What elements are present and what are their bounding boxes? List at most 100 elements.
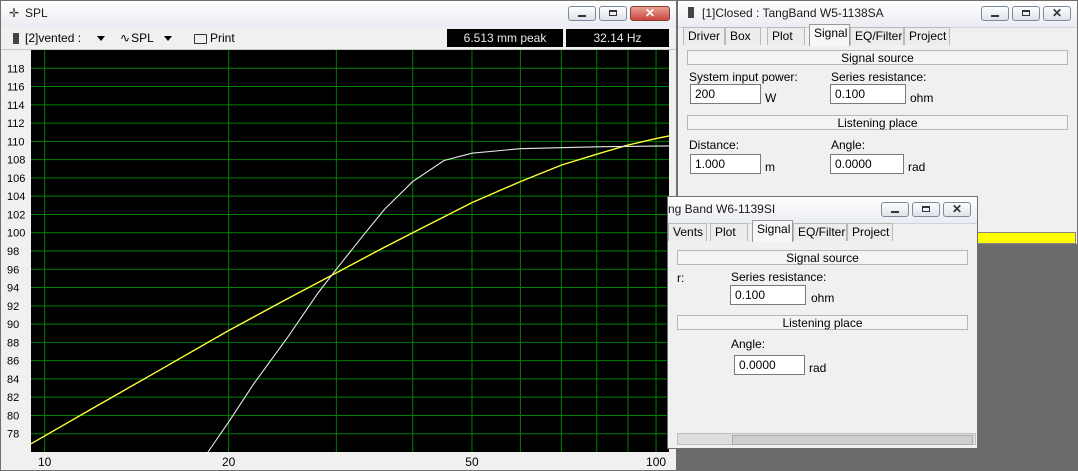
resistance-unit: ohm — [811, 291, 835, 305]
tab-eq-filter[interactable]: EQ/Filter — [850, 27, 904, 45]
minimize-button[interactable] — [568, 6, 596, 21]
maximize-icon — [922, 206, 930, 212]
system-input-power-label: System input power: — [689, 70, 798, 84]
chevron-down-icon — [97, 36, 106, 42]
y-tick-label: 82 — [7, 392, 19, 404]
y-tick-label: 92 — [7, 301, 19, 313]
minimize-button[interactable] — [981, 6, 1009, 21]
resistance-unit: ohm — [910, 91, 934, 105]
y-tick-label: 84 — [7, 374, 19, 386]
minimize-icon — [891, 211, 899, 213]
maximize-button[interactable] — [599, 6, 627, 21]
close-icon: ✕ — [1051, 6, 1063, 20]
spl-window: ✛ SPL ✕ [2]vented : ∿SPL Print 6.513 mm … — [0, 0, 677, 471]
project-selector[interactable]: [2]vented : — [13, 30, 106, 46]
y-tick-label: 108 — [7, 155, 25, 167]
chevron-down-icon — [163, 36, 172, 42]
tab-eq-filter[interactable]: EQ/Filter — [793, 223, 847, 241]
closed-dialog-title: [1]Closed : TangBand W5-1138SA — [702, 6, 884, 20]
maximize-icon — [609, 10, 617, 16]
angle-field[interactable]: 0.0000 — [734, 355, 805, 375]
tab-vents[interactable]: Vents — [668, 223, 707, 241]
angle-unit: rad — [809, 361, 827, 375]
distance-label: Distance: — [689, 138, 740, 152]
tab-plot[interactable]: Plot — [767, 27, 805, 45]
y-tick-label: 116 — [7, 82, 25, 94]
tab-driver[interactable]: Driver — [683, 27, 725, 45]
maximize-icon — [1022, 10, 1030, 16]
excursion-readout: 6.513 mm peak — [447, 29, 563, 47]
minimize-button[interactable] — [881, 202, 909, 217]
y-tick-label: 86 — [7, 356, 19, 368]
minimize-icon — [578, 15, 586, 17]
y-tick-label: 78 — [7, 429, 19, 441]
signal-source-header: Signal source — [677, 250, 968, 265]
plot-selector-label: SPL — [131, 31, 154, 45]
project-selector-label: [2]vented : — [25, 31, 82, 45]
angle-label: Angle: — [831, 138, 866, 152]
vented-dialog-title: ng Band W6-1139SI — [668, 202, 776, 216]
listening-place-header: Listening place — [687, 115, 1068, 130]
speaker-icon — [685, 7, 697, 20]
spl-chart[interactable]: 78 80 82 84 86 88 90 92 94 96 98 100 102 104 106 108 110… — [1, 50, 677, 471]
scrollbar-thumb[interactable] — [732, 435, 973, 445]
angle-label: Angle: — [731, 337, 766, 351]
y-tick-label: 110 — [7, 136, 25, 148]
crosshair-icon: ✛ — [8, 6, 20, 20]
frequency-readout: 32.14 Hz — [566, 29, 669, 47]
signal-source-header: Signal source — [687, 50, 1068, 65]
tab-project[interactable]: Project — [904, 27, 950, 45]
angle-unit: rad — [908, 160, 926, 174]
angle-field[interactable]: 0.0000 — [830, 154, 904, 174]
close-button[interactable]: ✕ — [630, 6, 670, 21]
cut-off-label: r: — [677, 271, 685, 285]
tab-signal[interactable]: Signal — [752, 220, 793, 242]
y-tick-label: 80 — [7, 410, 19, 422]
series-resistance-field[interactable]: 0.100 — [830, 84, 906, 104]
spl-titlebar[interactable]: ✛ SPL ✕ — [1, 1, 676, 28]
series-resistance-label: Series resistance: — [731, 270, 827, 284]
close-icon: ✕ — [951, 202, 963, 216]
spl-toolbar: [2]vented : ∿SPL Print 6.513 mm peak 32.… — [1, 27, 676, 50]
speaker-icon — [13, 33, 19, 45]
x-tick-label: 20 — [222, 455, 236, 469]
y-tick-label: 96 — [7, 264, 19, 276]
tab-box[interactable]: Box — [725, 27, 761, 45]
y-tick-label: 106 — [7, 173, 25, 185]
wave-icon: ∿ — [120, 31, 131, 45]
y-tick-label: 100 — [7, 228, 25, 240]
closed-dialog-tabs: Driver Box Plot Signal EQ/Filter Project — [678, 24, 1077, 46]
plot-selector[interactable]: ∿SPL — [120, 30, 172, 46]
listening-place-header: Listening place — [677, 315, 968, 330]
y-tick-label: 90 — [7, 319, 19, 331]
vented-box-dialog: ng Band W6-1139SI ✕ Vents Plot Signal EQ… — [667, 196, 978, 449]
vented-dialog-titlebar[interactable]: ng Band W6-1139SI ✕ — [668, 197, 977, 224]
close-icon: ✕ — [644, 6, 656, 20]
close-button[interactable]: ✕ — [1043, 6, 1071, 21]
distance-field[interactable]: 1.000 — [690, 154, 761, 174]
series-resistance-label: Series resistance: — [831, 70, 927, 84]
tab-project[interactable]: Project — [847, 223, 893, 241]
distance-unit: m — [765, 160, 775, 174]
x-tick-label: 50 — [465, 455, 479, 469]
series-resistance-field[interactable]: 0.100 — [730, 285, 806, 305]
y-tick-label: 118 — [7, 63, 25, 75]
print-button[interactable]: Print — [194, 30, 235, 46]
system-input-power-field[interactable]: 200 — [690, 84, 761, 104]
printer-icon — [194, 33, 207, 44]
y-tick-label: 88 — [7, 337, 19, 349]
horizontal-scrollbar[interactable] — [677, 433, 976, 445]
y-tick-label: 104 — [7, 191, 25, 203]
minimize-icon — [991, 15, 999, 17]
tab-signal[interactable]: Signal — [809, 24, 850, 46]
y-tick-label: 112 — [7, 118, 25, 130]
tab-plot[interactable]: Plot — [710, 223, 748, 241]
close-button[interactable]: ✕ — [943, 202, 971, 217]
x-tick-label: 10 — [38, 455, 52, 469]
closed-dialog-titlebar[interactable]: [1]Closed : TangBand W5-1138SA ✕ — [678, 1, 1077, 28]
maximize-button[interactable] — [1012, 6, 1040, 21]
maximize-button[interactable] — [912, 202, 940, 217]
x-tick-label: 100 — [646, 455, 666, 469]
y-tick-label: 114 — [7, 100, 25, 112]
power-unit: W — [765, 91, 777, 105]
